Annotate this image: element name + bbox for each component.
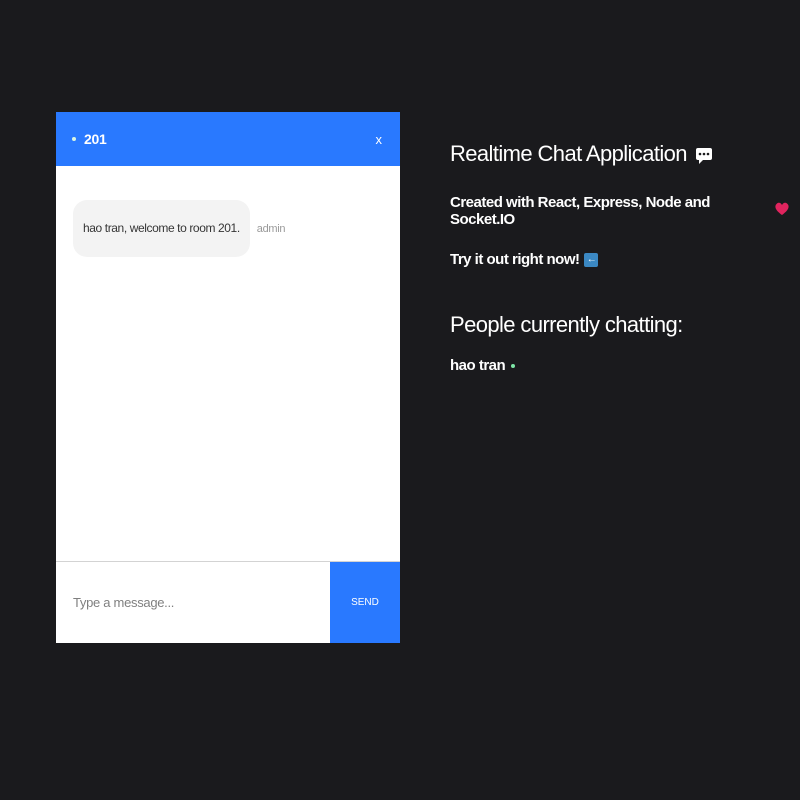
left-arrow-icon: ←	[584, 252, 599, 267]
try-it-line: Try it out right now! ←	[450, 251, 790, 268]
message-list: hao tran, welcome to room 201. admin	[56, 166, 400, 561]
online-status-icon	[511, 363, 516, 368]
person-item: hao tran	[450, 357, 790, 374]
heart-icon	[774, 201, 790, 221]
try-it-text: Try it out right now!	[450, 251, 580, 268]
person-name: hao tran	[450, 357, 506, 374]
created-with-line: Created with React, Express, Node and So…	[450, 194, 790, 228]
info-panel: Realtime Chat Application Created with R…	[450, 140, 790, 374]
chat-window: 201 x hao tran, welcome to room 201. adm…	[56, 112, 400, 643]
created-with-text: Created with React, Express, Node and So…	[450, 194, 710, 228]
message-sender: admin	[256, 222, 286, 235]
chat-header: 201 x	[56, 112, 400, 166]
app-title: Realtime Chat Application	[450, 140, 790, 168]
people-list: hao tran	[450, 357, 790, 374]
online-status-icon	[72, 137, 76, 141]
message-composer: SEND	[56, 561, 400, 643]
message-row: hao tran, welcome to room 201. admin	[73, 200, 383, 257]
send-button[interactable]: SEND	[330, 562, 400, 643]
room-name: 201	[84, 131, 107, 147]
message-bubble: hao tran, welcome to room 201.	[73, 200, 250, 257]
app-title-text: Realtime Chat Application	[450, 141, 688, 166]
close-button[interactable]: x	[376, 132, 383, 147]
app-root: 201 x hao tran, welcome to room 201. adm…	[0, 0, 800, 800]
room-info: 201	[72, 131, 107, 147]
people-title: People currently chatting:	[450, 312, 683, 337]
speech-balloon-icon	[695, 145, 713, 164]
message-input[interactable]	[56, 562, 330, 643]
